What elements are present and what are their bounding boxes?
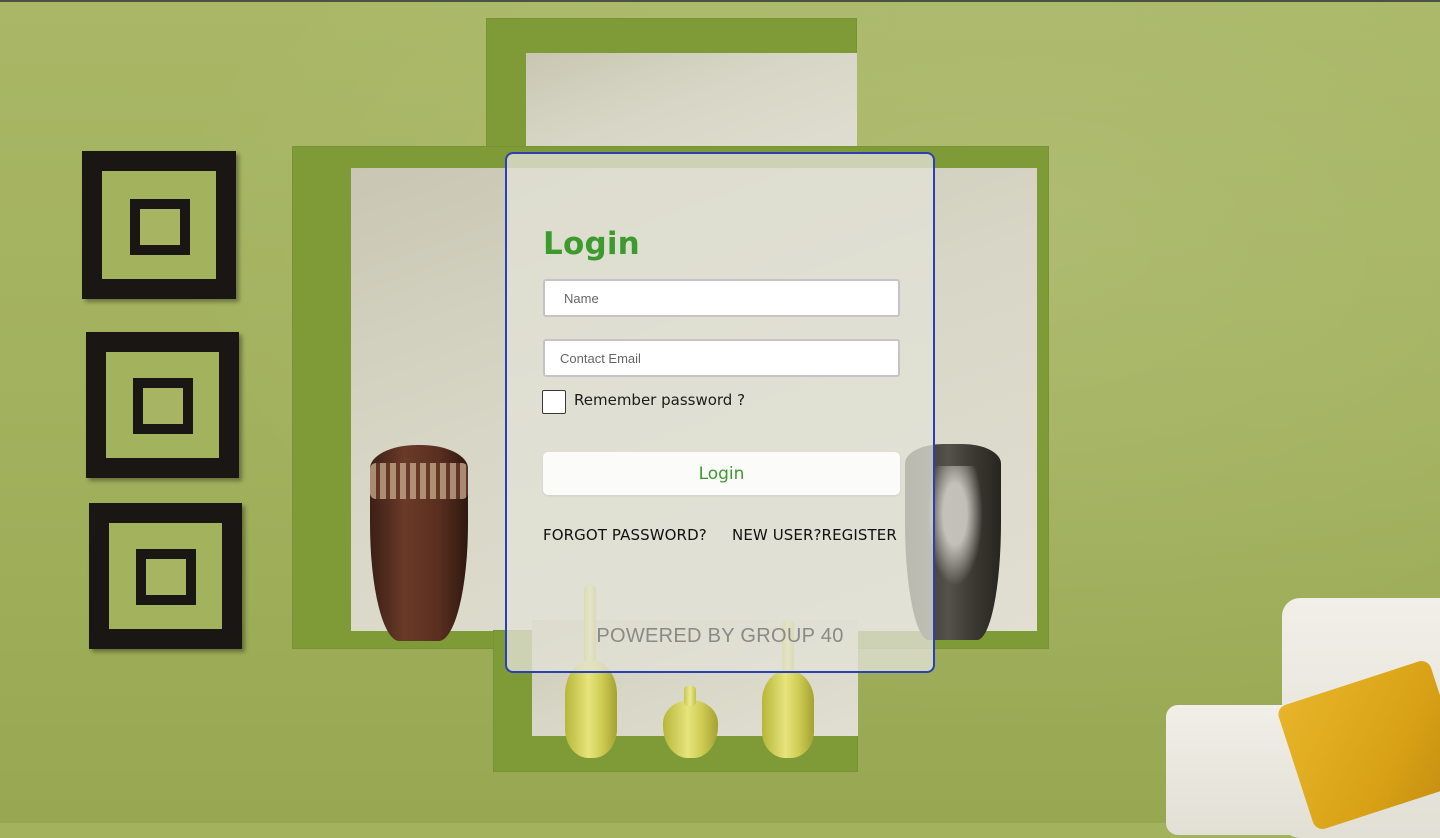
wall-frame-3 <box>89 503 242 649</box>
contact-email-input[interactable] <box>543 339 900 377</box>
login-button[interactable]: Login <box>543 452 900 495</box>
wall-frame-2 <box>86 332 239 478</box>
register-link[interactable]: NEW USER?REGISTER <box>732 526 897 544</box>
login-card: Login Remember password ? Login FORGOT P… <box>505 152 935 673</box>
powered-by-footer: POWERED BY GROUP 40 <box>596 625 844 647</box>
vase-yellow-left <box>565 660 617 758</box>
wall-frame-1 <box>82 151 236 299</box>
forgot-password-link[interactable]: FORGOT PASSWORD? <box>543 526 707 544</box>
top-border <box>0 0 1440 2</box>
remember-password-row: Remember password ? <box>542 389 745 415</box>
name-input[interactable] <box>543 279 900 317</box>
remember-password-label: Remember password ? <box>574 391 746 409</box>
vase-yellow-small <box>663 700 718 758</box>
vase-yellow-right <box>762 670 814 758</box>
vase-yellow-small-neck <box>684 686 696 706</box>
remember-password-checkbox[interactable] <box>542 390 566 414</box>
login-title: Login <box>543 226 640 262</box>
vase-brown <box>370 445 468 641</box>
